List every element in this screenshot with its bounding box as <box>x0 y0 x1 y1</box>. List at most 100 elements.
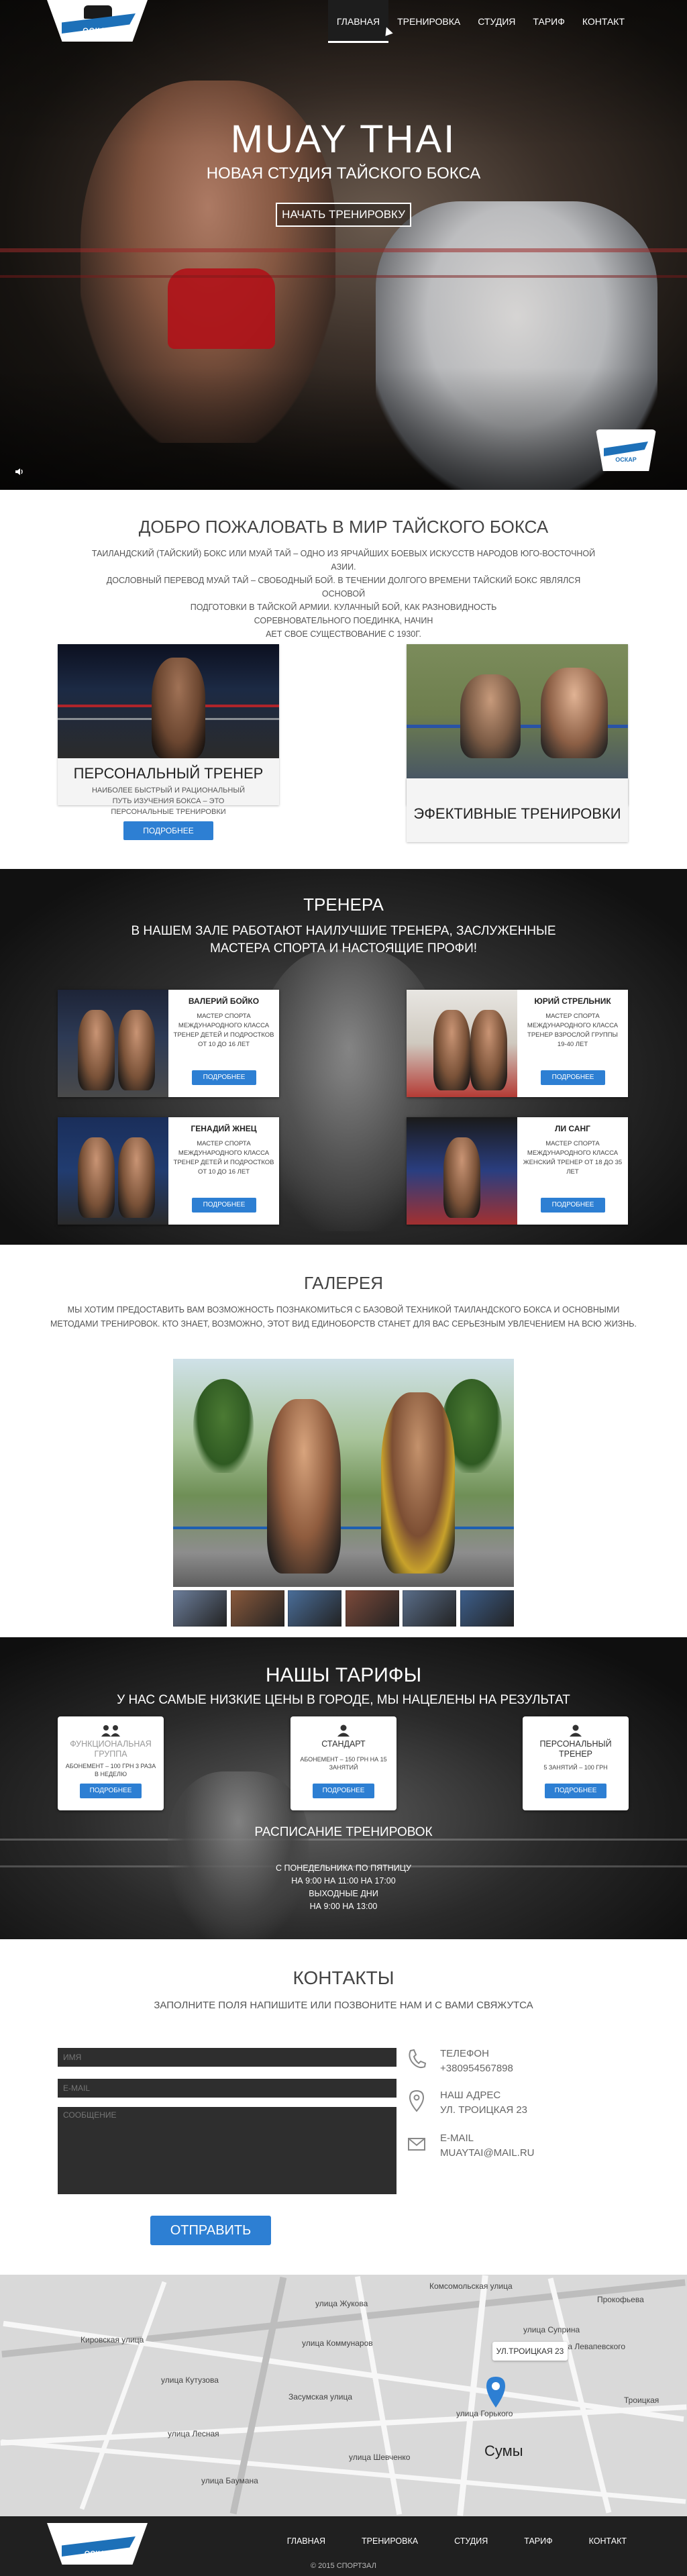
trainer-more-button[interactable]: ПОДРОБНЕЕ <box>192 1198 256 1213</box>
hero-overlay <box>0 0 687 490</box>
schedule-list: С ПОНЕДЕЛЬНИКА ПО ПЯТНИЦУ НА 9:00 НА 11:… <box>255 1862 432 1913</box>
name-field[interactable] <box>58 2048 397 2067</box>
tariff-more-button[interactable]: ПОДРОБНЕЕ <box>80 1784 142 1798</box>
trainer-card: ГЕНАДИЙ ЖНЕЦ МАСТЕР СПОРТА МЕЖДУНАРОДНОГ… <box>58 1117 279 1225</box>
logo-text: ОСКАР <box>83 27 112 35</box>
welcome-text-line: СОРЕВНОВАТЕЛЬНОГО ПОЕДИНКА, НАЧИН <box>254 616 433 625</box>
contacts-title: КОНТАКТЫ <box>293 1967 394 1988</box>
tariff-more-button[interactable]: ПОДРОБНЕЕ <box>545 1784 606 1798</box>
trainer-name: ЮРИЙ СТРЕЛЬНИК <box>534 996 611 1006</box>
map-street-label: улица Суприна <box>523 2325 580 2334</box>
welcome-text-line: ПОДГОТОВКИ В ТАЙСКОЙ АРМИИ. КУЛАЧНЫЙ БОЙ… <box>190 603 497 612</box>
gallery-thumbnail[interactable] <box>345 1590 399 1627</box>
email-field[interactable] <box>58 2079 397 2098</box>
schedule-line: С ПОНЕДЕЛЬНИКА ПО ПЯТНИЦУ <box>276 1863 411 1873</box>
nav-item-training[interactable]: Тренировка <box>388 0 469 43</box>
start-training-button[interactable]: НАЧАТЬ ТРЕНИРОВКУ <box>276 203 411 227</box>
trainer-more-button[interactable]: ПОДРОБНЕЕ <box>192 1070 256 1085</box>
footer-navigation: ГЛАВНАЯ ТРЕНИРОВКА СТУДИЯ ТАРИФ КОНТАКТ <box>287 2536 627 2546</box>
map-pin-icon[interactable] <box>484 2375 507 2409</box>
message-field[interactable] <box>58 2107 397 2194</box>
gallery-title: ГАЛЕРЕЯ <box>303 1273 384 1293</box>
trainers-section: ТРЕНЕРА В НАШЕМ ЗАЛЕ РАБОТАЮТ НАИЛУЧШИЕ … <box>0 869 687 1245</box>
schedule-line: ВЫХОДНЫЕ ДНИ <box>309 1889 378 1898</box>
tariffs-title: НАШЫ ТАРИФЫ <box>265 1664 422 1686</box>
trainer-name: ГЕНАДИЙ ЖНЕЦ <box>191 1124 257 1133</box>
trainer-name: ВАЛЕРИЙ БОЙКО <box>188 996 260 1006</box>
hero-subtitle: НОВАЯ СТУДИЯ ТАЙСКОГО БОКСА <box>206 164 481 183</box>
footer-nav-contact[interactable]: КОНТАКТ <box>589 2536 627 2546</box>
nav-item-tariff[interactable]: Тариф <box>524 0 573 43</box>
map-street-label: улица Шевченко <box>349 2453 411 2462</box>
map-street-label: Троицкая <box>624 2395 659 2405</box>
logo-text: ОСКАР <box>84 2550 111 2558</box>
map-street-label: улица Горького <box>456 2409 513 2418</box>
welcome-text-line: ТАИЛАНДСКИЙ (ТАЙСКИЙ) БОКС ИЛИ МУАЙ ТАЙ … <box>91 549 596 572</box>
map-street-label: улица Коммунаров <box>302 2338 373 2348</box>
copyright: © 2015 СПОРТЗАЛ <box>311 2562 376 2570</box>
fighter-figure <box>460 674 521 758</box>
top-navigation: Главная Тренировка Студия Тариф Контакт <box>327 0 633 43</box>
gallery-thumbnail[interactable] <box>173 1590 227 1627</box>
gallery-thumbnail[interactable] <box>288 1590 342 1627</box>
contacts-section: КОНТАКТЫ ЗАПОЛНИТЕ ПОЛЯ НАПИШИТЕ ИЛИ ПОЗ… <box>0 1939 687 2275</box>
hero-section: ОСКАР Главная Тренировка Студия Тариф Ко… <box>0 0 687 490</box>
gallery-fighter <box>381 1392 455 1574</box>
gallery-palm <box>193 1379 254 1473</box>
tariff-name: ФУНКЦИОНАЛЬНАЯ ГРУППА <box>70 1739 152 1759</box>
gallery-text: МЫ ХОТИМ ПРЕДОСТАВИТЬ ВАМ ВОЗМОЖНОСТЬ ПО… <box>50 1305 637 1329</box>
gallery-fighter <box>267 1399 341 1574</box>
location-map[interactable]: улица Жукова Комсомольская улица улица К… <box>0 2275 687 2516</box>
personal-trainer-more-button[interactable]: ПОДРОБНЕЕ <box>123 821 213 840</box>
trainer-figure <box>443 1137 480 1218</box>
trainers-subtitle: В НАШЕМ ЗАЛЕ РАБОТАЮТ НАИЛУЧШИЕ ТРЕНЕРА,… <box>131 924 556 956</box>
contact-value[interactable]: MUAYTAI@MAIL.RU <box>440 2147 535 2159</box>
user-icon <box>337 1724 350 1737</box>
welcome-title: ДОБРО ПОЖАЛОВАТЬ В МИР ТАЙСКОГО БОКСА <box>138 517 549 537</box>
schedule-title: РАСПИСАНИЕ ТРЕНИРОВОК <box>254 1825 433 1839</box>
footer-nav-studio[interactable]: СТУДИЯ <box>454 2536 488 2546</box>
trainer-figure <box>78 1010 115 1090</box>
trainer-photo <box>407 1117 517 1225</box>
phone-icon <box>409 2049 427 2069</box>
footer-nav-tariff[interactable]: ТАРИФ <box>524 2536 552 2546</box>
footer-nav-home[interactable]: ГЛАВНАЯ <box>287 2536 325 2546</box>
map-street-label: Кировская улица <box>81 2335 144 2345</box>
map-road <box>79 2281 167 2510</box>
gallery-thumbnail[interactable] <box>230 1590 284 1627</box>
contacts-subtitle: ЗАПОЛНИТЕ ПОЛЯ НАПИШИТЕ ИЛИ ПОЗВОНИТЕ НА… <box>154 2000 533 2011</box>
card-description: НАИБОЛЕЕ БЫСТРЫЙ И РАЦИОНАЛЬНЫЙ ПУТЬ ИЗУ… <box>91 786 245 816</box>
nav-item-studio[interactable]: Студия <box>469 0 524 43</box>
map-road <box>547 2277 612 2514</box>
nav-item-contact[interactable]: Контакт <box>574 0 633 43</box>
nav-item-home[interactable]: Главная <box>327 0 389 43</box>
gallery-main-photo[interactable] <box>173 1359 514 1587</box>
sound-icon[interactable] <box>15 467 24 476</box>
gallery-thumbnail[interactable] <box>460 1590 514 1627</box>
contact-value[interactable]: +380954567898 <box>440 2063 513 2074</box>
map-street-label: Прокофьева <box>597 2295 644 2304</box>
map-street-label: Комсомольская улица <box>429 2281 513 2291</box>
footer-nav-training[interactable]: ТРЕНИРОВКА <box>362 2536 418 2546</box>
site-logo[interactable]: ОСКАР <box>47 0 148 47</box>
trainer-more-button[interactable]: ПОДРОБНЕЕ <box>541 1198 605 1213</box>
card-title: ПЕРСОНАЛЬНЫЙ ТРЕНЕР <box>73 765 264 782</box>
trainer-figure <box>470 1010 507 1090</box>
welcome-text: ТАИЛАНДСКИЙ (ТАЙСКИЙ) БОКС ИЛИ МУАЙ ТАЙ … <box>87 547 600 641</box>
map-street-label: улица Баумана <box>201 2476 258 2485</box>
map-street-label: Засумская улица <box>288 2392 353 2402</box>
tariff-description: 5 ЗАНЯТИЙ – 100 ГРН <box>543 1764 608 1771</box>
trainer-more-button[interactable]: ПОДРОБНЕЕ <box>541 1070 605 1085</box>
trainer-card: ВАЛЕРИЙ БОЙКО МАСТЕР СПОРТА МЕЖДУНАРОДНО… <box>58 990 279 1097</box>
fighter-figure <box>541 668 608 758</box>
trainer-card: ЛИ САНГ МАСТЕР СПОРТА МЕЖДУНАРОДНОГО КЛА… <box>407 1117 628 1225</box>
tariff-more-button[interactable]: ПОДРОБНЕЕ <box>313 1784 374 1798</box>
gallery-thumbnail[interactable] <box>403 1590 457 1627</box>
group-icon <box>101 1725 120 1737</box>
badge-text: ОСКАР <box>615 456 637 463</box>
schedule-line: НА 9:00 НА 13:00 <box>309 1902 378 1911</box>
trainer-figure <box>118 1137 155 1218</box>
submit-button[interactable]: ОТПРАВИТЬ <box>150 2216 271 2245</box>
user-icon <box>570 1724 582 1737</box>
welcome-section: ДОБРО ПОЖАЛОВАТЬ В МИР ТАЙСКОГО БОКСА ТА… <box>0 490 687 869</box>
